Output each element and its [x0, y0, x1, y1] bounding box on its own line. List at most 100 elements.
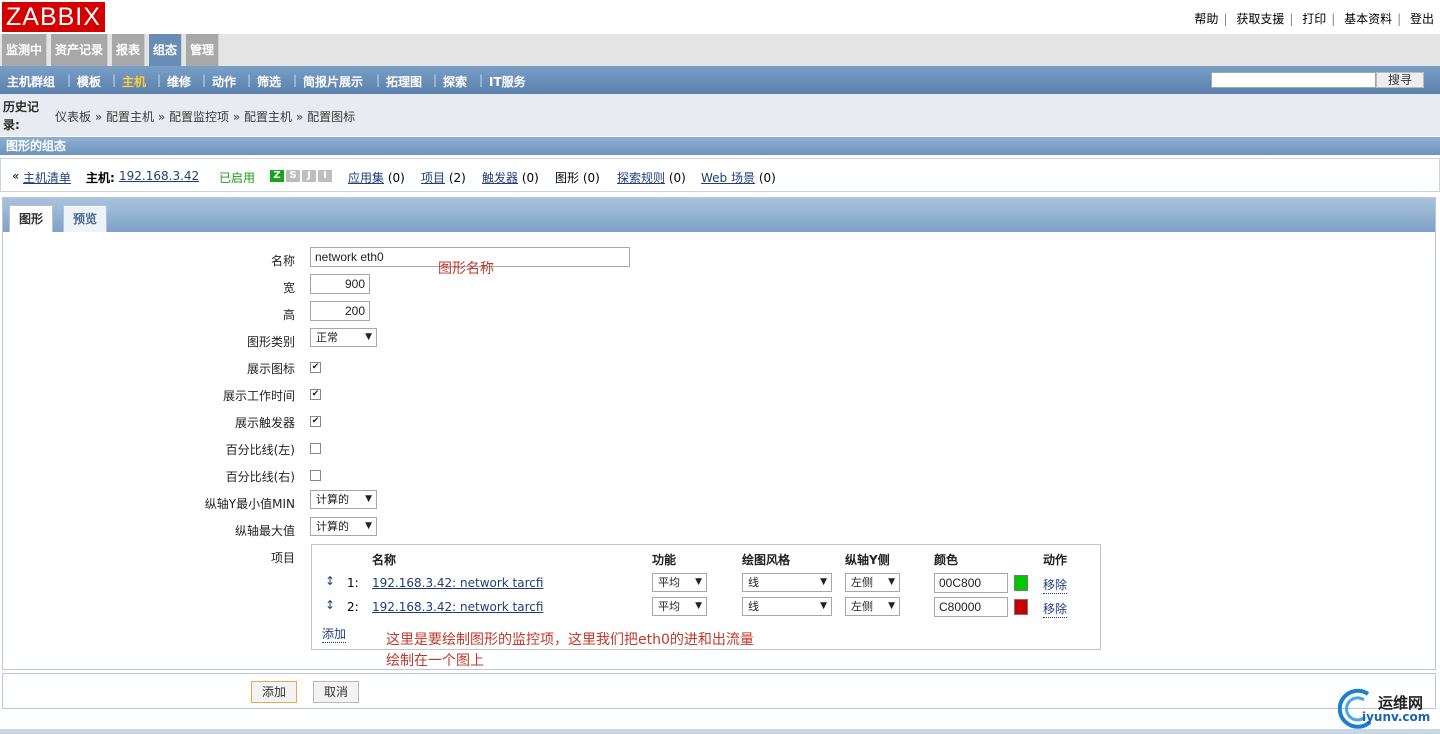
y-axis-side-value: 左侧: [851, 576, 873, 589]
submenu-filters[interactable]: 筛选: [257, 73, 281, 90]
crumb-separator: »: [232, 110, 241, 124]
search-input[interactable]: [1211, 72, 1376, 88]
y-axis-side-select[interactable]: 左侧 ▼: [845, 597, 900, 616]
submenu-templates[interactable]: 模板: [77, 73, 101, 90]
col-color: 颜色: [934, 553, 959, 567]
drag-handle-icon[interactable]: ↕: [325, 574, 335, 588]
crumb-config-items[interactable]: 配置监控项: [169, 110, 229, 124]
cancel-button[interactable]: 取消: [313, 681, 360, 703]
function-select[interactable]: 平均 ▼: [652, 597, 707, 616]
host-value-link[interactable]: 192.168.3.42: [119, 169, 199, 183]
submenu-maps[interactable]: 拓理图: [386, 73, 422, 90]
show-triggers-checkbox[interactable]: ✔: [310, 416, 321, 427]
discovery-rules-link[interactable]: 探索规则: [617, 171, 665, 185]
tab-configuration[interactable]: 组态: [149, 34, 183, 66]
width-input[interactable]: [310, 274, 370, 294]
submenu-discovery[interactable]: 探索: [443, 73, 467, 90]
crumb-config-graphs[interactable]: 配置图标: [307, 110, 355, 124]
crumb-dashboard[interactable]: 仪表板: [55, 110, 91, 124]
items-link[interactable]: 项目: [421, 171, 445, 185]
snmp-icon: S: [286, 170, 300, 182]
submenu-actions[interactable]: 动作: [212, 73, 236, 90]
submenu-host-groups[interactable]: 主机群组: [7, 73, 55, 90]
add-item-link[interactable]: 添加: [322, 625, 347, 643]
col-action: 动作: [1043, 553, 1068, 567]
items-annotation-line2: 绘制在一个图上: [386, 653, 484, 669]
percentile-right-label: 百分比线(右): [225, 470, 295, 484]
show-legend-label: 展示图标: [246, 362, 295, 376]
function-select[interactable]: 平均 ▼: [652, 573, 707, 592]
percentile-right-checkbox[interactable]: [310, 470, 321, 481]
zabbix-agent-icon: Z: [270, 170, 284, 182]
breadcrumb: 仪表板 » 配置主机 » 配置监控项 » 配置主机 » 配置图标: [55, 108, 355, 125]
history-bar: 历史记录: 仪表板 » 配置主机 » 配置监控项 » 配置主机 » 配置图标: [0, 94, 1440, 136]
color-swatch[interactable]: [1014, 575, 1028, 591]
print-link[interactable]: 打印: [1302, 12, 1326, 26]
host-label: 主机:: [86, 171, 115, 185]
crumb-config-hosts[interactable]: 配置主机: [106, 110, 154, 124]
status-enabled[interactable]: 已启用: [219, 169, 255, 186]
show-worktime-label: 展示工作时间: [222, 389, 295, 403]
chevron-down-icon: ▼: [365, 494, 372, 504]
web-scenarios-count: (0): [758, 171, 776, 185]
width-label: 宽: [282, 281, 295, 295]
remove-link[interactable]: 移除: [1043, 600, 1068, 618]
show-legend-checkbox[interactable]: ✔: [310, 362, 321, 373]
submenu-it-services[interactable]: IT服务: [489, 73, 526, 90]
host-list-link[interactable]: 主机清单: [23, 169, 71, 186]
submenu-hosts[interactable]: 主机: [122, 73, 146, 90]
tab-monitoring[interactable]: 监测中: [2, 34, 48, 66]
row-index: 2:: [347, 600, 359, 614]
items-link-wrap: 项目 (2): [421, 169, 466, 186]
graph-form: 图形 预览 名称 宽 高 图形类别 正常 ▼ 展示图标 ✔ 展示工作时间 ✔ 展示…: [2, 197, 1436, 670]
drag-handle-icon[interactable]: ↕: [325, 598, 335, 612]
tab-inventory[interactable]: 资产记录: [51, 34, 109, 66]
zabbix-logo[interactable]: ZABBIX: [2, 2, 105, 32]
item-name-link[interactable]: 192.168.3.42: network tarcfi: [372, 576, 543, 590]
get-support-link[interactable]: 获取支援: [1236, 12, 1284, 26]
submenu-maintenance[interactable]: 维修: [167, 73, 191, 90]
show-worktime-checkbox[interactable]: ✔: [310, 389, 321, 400]
item-name-link[interactable]: 192.168.3.42: network tarcfi: [372, 600, 543, 614]
watermark-text-url: iyunv.com: [1362, 710, 1431, 724]
draw-style-select[interactable]: 线 ▼: [742, 573, 832, 592]
y-axis-side-select[interactable]: 左侧 ▼: [845, 573, 900, 592]
name-annotation: 图形名称: [438, 261, 494, 277]
ymin-select[interactable]: 计算的 ▼: [310, 490, 377, 509]
form-tab-bar: 图形 预览: [3, 198, 1435, 232]
ymax-select[interactable]: 计算的 ▼: [310, 517, 377, 536]
col-function: 功能: [652, 553, 677, 567]
remove-link[interactable]: 移除: [1043, 576, 1068, 594]
web-scenarios-link[interactable]: Web 场景: [701, 171, 755, 185]
help-link[interactable]: 帮助: [1194, 12, 1218, 26]
watermark: 运维网 iyunv.com: [1337, 686, 1438, 730]
top-bar: ZABBIX 帮助 | 获取支援 | 打印 | 基本资料 | 登出: [0, 0, 1440, 34]
color-input[interactable]: [934, 597, 1008, 617]
tab-reports[interactable]: 报表: [112, 34, 146, 66]
submenu-slides[interactable]: 简报片展示: [303, 73, 363, 90]
form-buttons-bar: 添加 取消: [2, 673, 1436, 709]
percentile-left-checkbox[interactable]: [310, 443, 321, 454]
name-label: 名称: [270, 254, 295, 268]
graph-type-label: 图形类别: [246, 335, 295, 349]
applications-link[interactable]: 应用集: [348, 171, 384, 185]
function-value: 平均: [658, 576, 680, 589]
color-input[interactable]: [934, 573, 1008, 593]
search-button[interactable]: 搜寻: [1376, 72, 1424, 88]
color-swatch[interactable]: [1014, 599, 1028, 615]
add-button[interactable]: 添加: [251, 681, 298, 703]
triggers-link[interactable]: 触发器: [482, 171, 518, 185]
logout-link[interactable]: 登出: [1410, 12, 1434, 26]
ymin-label: 纵轴Y最小值MIN: [204, 497, 295, 511]
tab-administration[interactable]: 管理: [186, 34, 220, 66]
graph-type-select[interactable]: 正常 ▼: [310, 328, 377, 347]
col-y-axis-side: 纵轴Y侧: [845, 553, 890, 567]
draw-style-select[interactable]: 线 ▼: [742, 597, 832, 616]
graphs-link[interactable]: 图形: [555, 171, 579, 185]
profile-link[interactable]: 基本资料: [1344, 12, 1392, 26]
tab-preview[interactable]: 预览: [63, 205, 108, 232]
crumb-config-hosts-2[interactable]: 配置主机: [244, 110, 292, 124]
height-input[interactable]: [310, 301, 370, 321]
tab-graph[interactable]: 图形: [9, 205, 54, 232]
main-menu: 监测中 资产记录 报表 组态 管理: [0, 34, 1440, 66]
